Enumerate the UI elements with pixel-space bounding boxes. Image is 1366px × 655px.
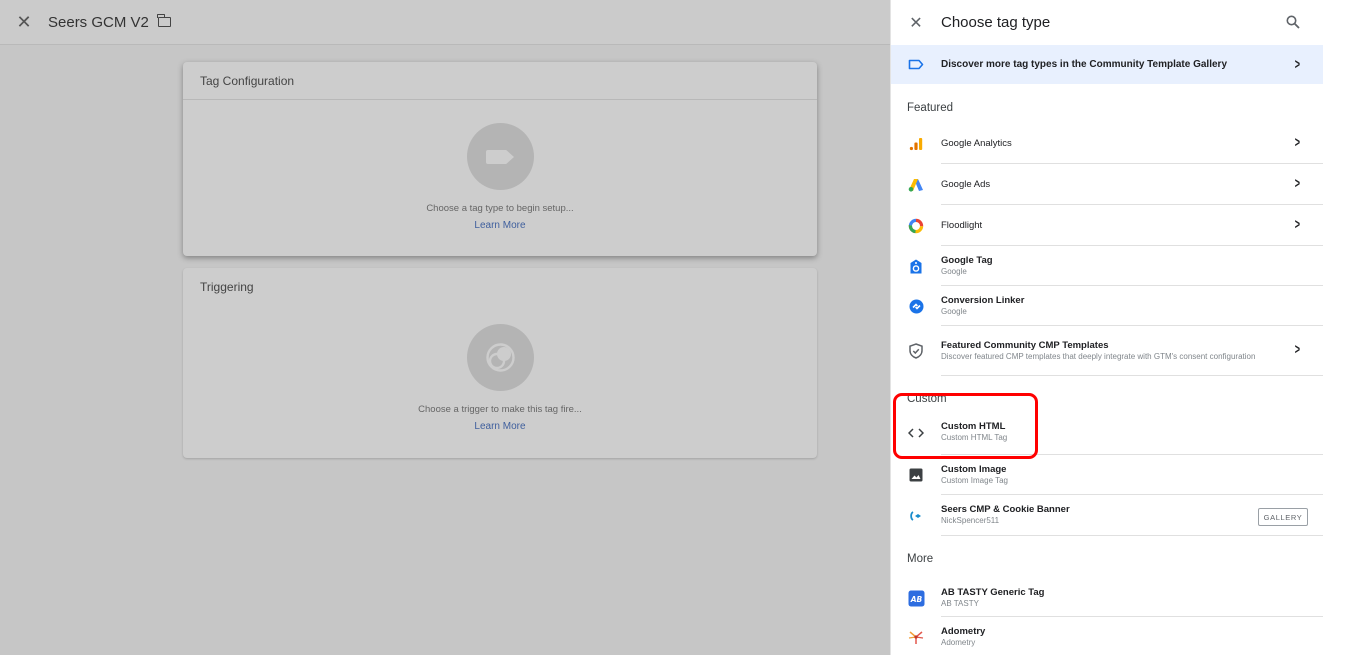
- triggering-title: Triggering: [200, 280, 254, 294]
- chevron-right-icon: >: [1294, 215, 1301, 233]
- section-featured: Featured: [907, 102, 954, 114]
- close-icon[interactable]: ✕: [0, 12, 48, 33]
- tag-type-title: Adometry: [941, 626, 986, 637]
- panel-header: ✕ Choose tag type: [891, 0, 1323, 45]
- trigger-placeholder[interactable]: [467, 324, 534, 391]
- tag-type-subtitle: Adometry: [941, 638, 976, 647]
- tag-type-title: Featured Community CMP Templates: [941, 339, 1109, 351]
- tag-type-subtitle: Google: [941, 306, 967, 316]
- tag-configuration-message: Choose a tag type to begin setup...: [426, 203, 574, 214]
- trigger-icon: [486, 343, 515, 372]
- close-panel-icon[interactable]: ✕: [891, 13, 941, 33]
- tag-type-title: Custom HTML: [941, 421, 1006, 432]
- tag-type-subtitle: Custom Image Tag: [941, 475, 1008, 485]
- image-icon: [909, 468, 923, 482]
- tag-type-google-ads[interactable]: Google Ads >: [891, 164, 1323, 205]
- choose-tag-type-panel: ✕ Choose tag type Discover more tag type…: [890, 0, 1323, 655]
- tag-type-placeholder[interactable]: [467, 123, 534, 190]
- tag-type-conversion-linker[interactable]: Conversion Linker Google: [891, 286, 1323, 326]
- gallery-badge-button[interactable]: GALLERY: [1258, 508, 1308, 526]
- tag-name-title[interactable]: Seers GCM V2: [48, 14, 149, 31]
- shield-check-icon: [909, 343, 923, 359]
- svg-text:AB: AB: [909, 595, 922, 604]
- tag-type-subtitle: AB TASTY: [941, 598, 979, 608]
- section-custom: Custom: [907, 393, 947, 405]
- tag-type-adometry[interactable]: Adometry Adometry: [891, 617, 1323, 655]
- community-gallery-link[interactable]: Discover more tag types in the Community…: [891, 45, 1323, 84]
- tag-icon: [486, 150, 514, 164]
- triggering-card[interactable]: Triggering Choose a trigger to make this…: [183, 268, 817, 458]
- tag-type-seers-cmp[interactable]: Seers CMP & Cookie Banner NickSpencer511…: [891, 495, 1323, 536]
- tag-type-google-tag[interactable]: Google Tag Google: [891, 246, 1323, 286]
- chevron-right-icon: >: [1294, 341, 1301, 358]
- adometry-icon: [908, 631, 924, 644]
- code-icon: [908, 427, 924, 438]
- triggering-learn-more-link[interactable]: Learn More: [183, 421, 817, 432]
- folder-icon[interactable]: [157, 14, 171, 27]
- chevron-right-icon: >: [1294, 56, 1301, 73]
- tag-type-floodlight[interactable]: Floodlight >: [891, 205, 1323, 246]
- tag-type-title: Conversion Linker: [941, 294, 1025, 306]
- tag-type-subtitle: Google: [941, 266, 967, 276]
- google-tag-icon: [910, 259, 922, 273]
- tag-type-google-analytics[interactable]: Google Analytics >: [891, 123, 1323, 164]
- tag-configuration-title: Tag Configuration: [183, 62, 817, 100]
- tag-type-featured-cmp-templates[interactable]: Featured Community CMP Templates Discove…: [891, 326, 1323, 376]
- section-more: More: [907, 553, 934, 565]
- tag-type-title: Custom Image: [941, 463, 1007, 475]
- chevron-right-icon: >: [1294, 174, 1301, 192]
- tag-type-title: AB TASTY Generic Tag: [941, 586, 1045, 598]
- tag-type-title: Google Tag: [941, 254, 993, 266]
- tag-type-title: Google Analytics: [941, 137, 1012, 149]
- conversion-linker-icon: [909, 299, 923, 313]
- seers-icon: [910, 510, 921, 521]
- tag-configuration-learn-more-link[interactable]: Learn More: [183, 220, 817, 231]
- google-analytics-icon: [909, 137, 923, 150]
- google-ads-icon: [908, 178, 923, 192]
- ab-tasty-icon: AB: [908, 590, 924, 606]
- tag-type-custom-image[interactable]: Custom Image Custom Image Tag: [891, 455, 1323, 495]
- community-gallery-label: Discover more tag types in the Community…: [941, 59, 1228, 70]
- tag-outline-icon: [908, 59, 924, 70]
- tag-type-title: Google Ads: [941, 178, 991, 190]
- triggering-message: Choose a trigger to make this tag fire..…: [418, 404, 582, 415]
- panel-title: Choose tag type: [941, 14, 1051, 31]
- tag-type-title: Floodlight: [941, 219, 983, 231]
- editor-topbar: ✕ Seers GCM V2: [0, 0, 890, 45]
- tag-type-subtitle: Custom HTML Tag: [941, 433, 1008, 442]
- tag-type-custom-html[interactable]: Custom HTML Custom HTML Tag: [891, 410, 1323, 455]
- floodlight-icon: [908, 218, 924, 233]
- tag-type-ab-tasty[interactable]: AB AB TASTY Generic Tag AB TASTY: [891, 579, 1323, 617]
- chevron-right-icon: >: [1294, 133, 1301, 151]
- search-icon[interactable]: [1286, 15, 1300, 29]
- tag-configuration-card[interactable]: Tag Configuration Choose a tag type to b…: [183, 62, 817, 256]
- tag-type-subtitle: Discover featured CMP templates that dee…: [941, 351, 1256, 361]
